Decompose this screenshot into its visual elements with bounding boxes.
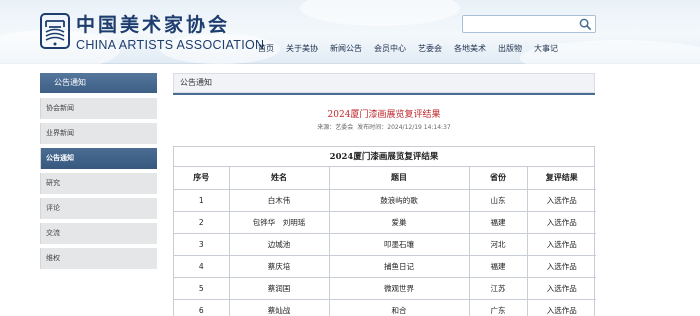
column-header-result: 复评结果 (526, 167, 596, 190)
nav-item-home[interactable]: 首页 (252, 42, 280, 56)
sidebar-item-research[interactable]: 研究 (40, 173, 157, 194)
results-table: 2024厦门漆画展览复评结果 序号 姓名 题目 省份 复评结果 1 白木伟 鼓浪… (173, 146, 596, 316)
cell-province: 福建 (468, 254, 528, 278)
cell-province: 广东 (468, 298, 528, 316)
article-title: 2024厦门漆画展览复评结果 (327, 110, 441, 120)
cell-title: 微观世界 (328, 276, 470, 300)
section-divider (173, 93, 595, 95)
table-header-row: 序号 姓名 题目 省份 复评结果 (174, 167, 596, 190)
logo-chinese-name[interactable]: 中国美术家协会 (76, 10, 230, 37)
article-source: 来源：艺委会 (317, 124, 354, 131)
cell-result: 入选作品 (526, 232, 596, 256)
search-box (462, 15, 596, 33)
association-logo-icon[interactable] (40, 13, 70, 49)
cell-result: 入选作品 (526, 254, 596, 278)
cell-number: 1 (174, 188, 230, 212)
sidebar-item-reviews[interactable]: 评论 (40, 198, 157, 219)
sidebar-item-industry-news[interactable]: 业界新闻 (40, 123, 157, 144)
cell-name: 蔡润国 (228, 276, 330, 300)
sidebar-menu: 协会新闻 业界新闻 公告通知 研究 评论 交流 维权 (40, 98, 157, 273)
nav-item-members[interactable]: 会员中心 (368, 42, 412, 56)
cell-result: 入选作品 (526, 298, 596, 316)
search-input[interactable] (465, 17, 575, 31)
cell-number: 2 (174, 210, 230, 234)
cell-result: 入选作品 (526, 188, 596, 212)
cell-title: 捕鱼日记 (328, 254, 470, 278)
main-nav: 首页 关于美协 新闻公告 会员中心 艺委会 各地美术 出版物 大事记 (252, 42, 564, 56)
search-icon[interactable] (579, 18, 592, 31)
cell-result: 入选作品 (526, 210, 596, 234)
cell-name: 包铧华 刘明瑶 (228, 210, 330, 234)
table-row: 3 边城池 叩墨石壤 河北 入选作品 (174, 232, 596, 256)
column-header-title: 题目 (328, 167, 470, 190)
cell-name: 蔡庆培 (228, 254, 330, 278)
cell-number: 5 (174, 276, 230, 300)
sidebar-item-announcements[interactable]: 公告通知 (40, 148, 157, 169)
cell-title: 叩墨石壤 (328, 232, 470, 256)
table-row: 4 蔡庆培 捕鱼日记 福建 入选作品 (174, 254, 596, 278)
cell-title: 和合 (328, 298, 470, 316)
cell-number: 4 (174, 254, 230, 278)
cell-number: 6 (174, 298, 230, 316)
table-row: 1 白木伟 鼓浪屿的歌 山东 入选作品 (174, 188, 596, 212)
nav-item-news[interactable]: 新闻公告 (324, 42, 368, 56)
sidebar-title: 公告通知 (40, 73, 157, 93)
section-tab: 公告通知 (173, 73, 595, 93)
sidebar-item-exchange[interactable]: 交流 (40, 223, 157, 244)
table-caption: 2024厦门漆画展览复评结果 (174, 147, 594, 167)
cell-province: 山东 (468, 188, 528, 212)
column-header-number: 序号 (174, 167, 230, 190)
cell-province: 福建 (468, 210, 528, 234)
nav-item-chronicle[interactable]: 大事记 (528, 42, 564, 56)
sidebar-item-association-news[interactable]: 协会新闻 (40, 98, 157, 119)
sidebar-item-rights[interactable]: 维权 (40, 248, 157, 269)
table-row: 6 蔡灿战 和合 广东 入选作品 (174, 298, 596, 316)
cell-result: 入选作品 (526, 276, 596, 300)
cell-name: 白木伟 (228, 188, 330, 212)
nav-item-publications[interactable]: 出版物 (492, 42, 528, 56)
cell-province: 河北 (468, 232, 528, 256)
column-header-name: 姓名 (228, 167, 330, 190)
cell-province: 江苏 (468, 276, 528, 300)
site-header: 中国美术家协会 CHINA ARTISTS ASSOCIATION 首页 关于美… (0, 0, 700, 64)
table-row: 5 蔡润国 微观世界 江苏 入选作品 (174, 276, 596, 300)
table-row: 2 包铧华 刘明瑶 爱巢 福建 入选作品 (174, 210, 596, 234)
nav-item-about[interactable]: 关于美协 (280, 42, 324, 56)
logo-english-name[interactable]: CHINA ARTISTS ASSOCIATION (76, 38, 264, 52)
nav-item-art-committee[interactable]: 艺委会 (412, 42, 448, 56)
cell-number: 3 (174, 232, 230, 256)
cell-title: 鼓浪屿的歌 (328, 188, 470, 212)
article-publish-time: 发布时间：2024/12/19 14:14:37 (357, 124, 451, 131)
cell-title: 爱巢 (328, 210, 470, 234)
nav-item-regional-art[interactable]: 各地美术 (448, 42, 492, 56)
column-header-province: 省份 (468, 167, 528, 190)
cell-name: 蔡灿战 (228, 298, 330, 316)
article-meta: 来源：艺委会 发布时间：2024/12/19 14:14:37 (173, 122, 595, 131)
cell-name: 边城池 (228, 232, 330, 256)
